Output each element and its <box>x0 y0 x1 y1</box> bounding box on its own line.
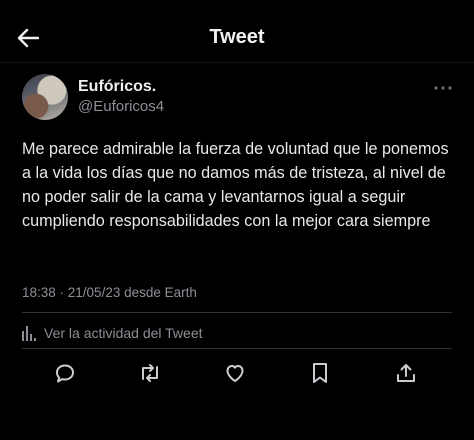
tweet-actions-bar <box>0 360 474 386</box>
divider <box>22 312 452 313</box>
analytics-icon <box>22 326 36 341</box>
reply-button[interactable] <box>52 360 78 386</box>
tweet-activity-label: Ver la actividad del Tweet <box>44 325 203 341</box>
more-options-button[interactable] <box>432 82 454 94</box>
retweet-button[interactable] <box>137 360 163 386</box>
like-button[interactable] <box>222 360 248 386</box>
header-divider <box>0 62 474 63</box>
top-bar: Tweet <box>0 0 474 74</box>
bookmark-button[interactable] <box>307 360 333 386</box>
divider <box>22 348 452 349</box>
retweet-icon <box>142 364 158 382</box>
tweet-activity-link[interactable]: Ver la actividad del Tweet <box>22 325 203 341</box>
share-button[interactable] <box>393 360 419 386</box>
more-horizontal-icon <box>434 86 452 90</box>
reply-icon <box>56 364 74 383</box>
author-handle[interactable]: @Euforicos4 <box>78 97 164 117</box>
tweet-timestamp: 18:38 · 21/05/23 desde Earth <box>22 285 197 300</box>
author-names: Eufóricos. @Euforicos4 <box>78 77 164 117</box>
like-icon <box>226 365 244 382</box>
page-title: Tweet <box>209 26 265 48</box>
tweet-text: Me parece admirable la fuerza de volunta… <box>22 140 449 230</box>
avatar[interactable] <box>22 74 68 120</box>
bookmark-icon <box>313 363 327 383</box>
tweet-author[interactable]: Eufóricos. @Euforicos4 <box>22 74 164 120</box>
share-icon <box>397 364 415 382</box>
author-display-name[interactable]: Eufóricos. <box>78 77 164 97</box>
